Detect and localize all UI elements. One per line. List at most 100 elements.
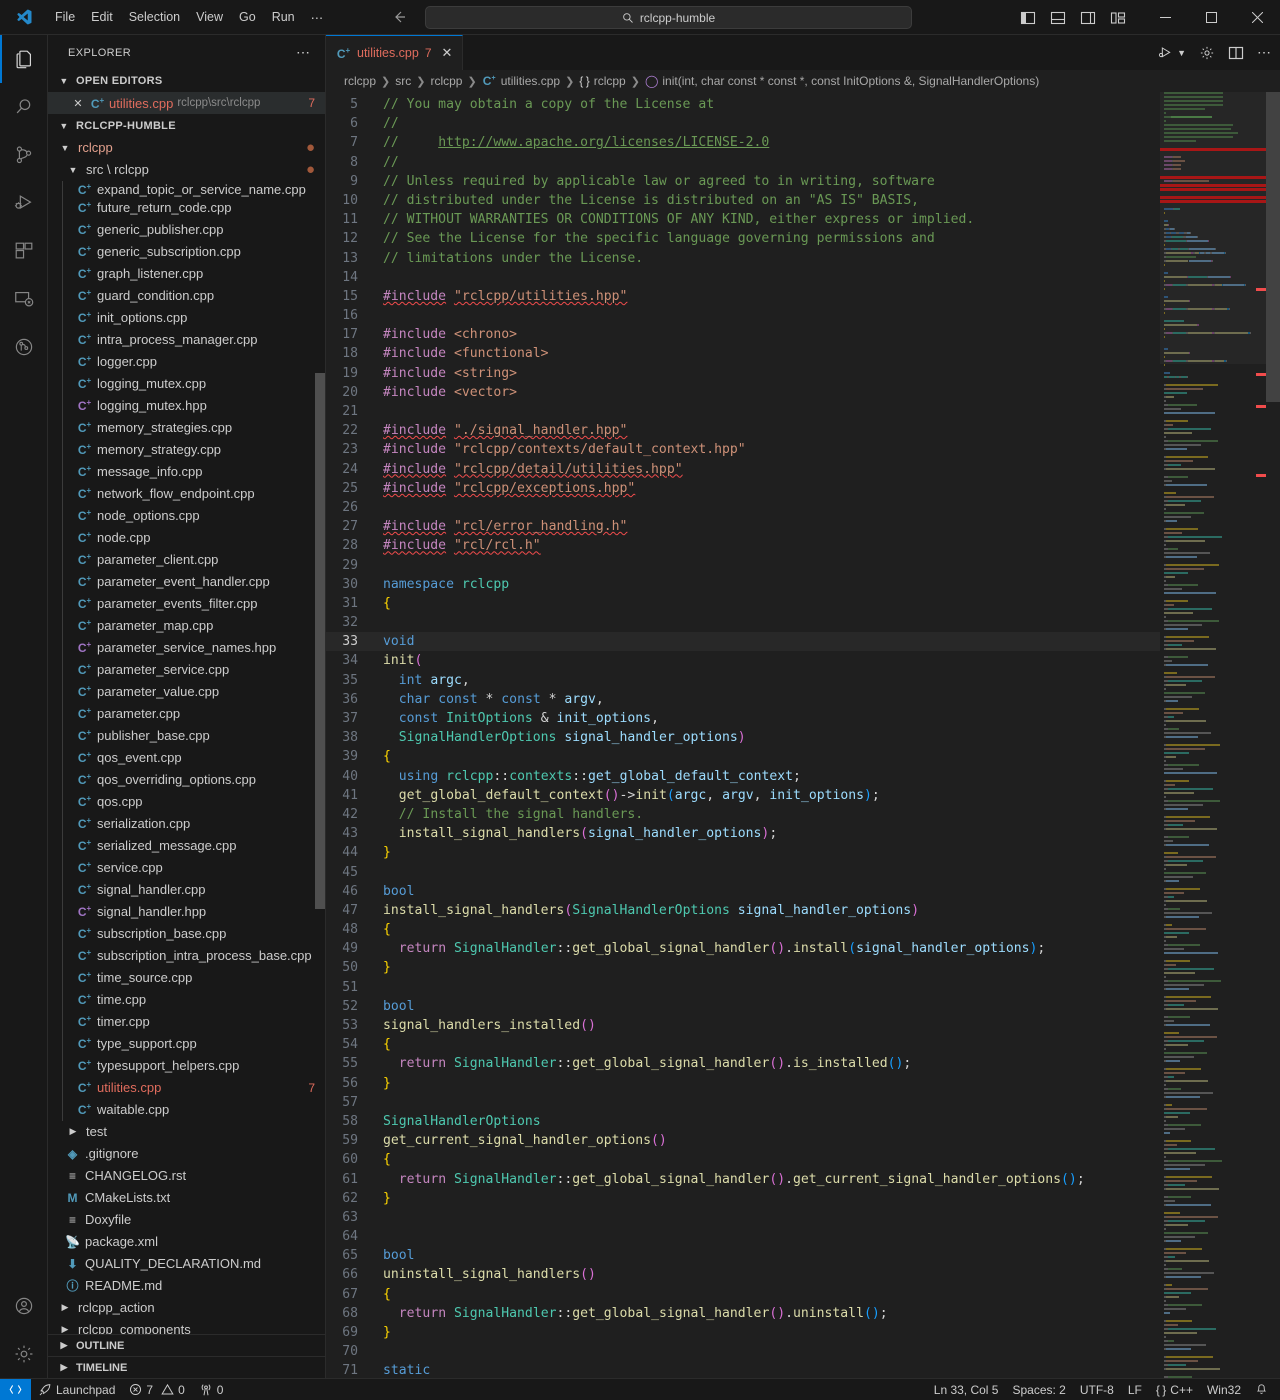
- activity-bar-item-testing[interactable]: [0, 323, 48, 371]
- tree-file-row[interactable]: ≡ Doxyfile: [48, 1209, 325, 1231]
- code-content[interactable]: 5 // You may obtain a copy of the License…: [326, 92, 1160, 1378]
- menu-run[interactable]: Run: [264, 7, 303, 27]
- breadcrumb-item[interactable]: { } rclcpp: [579, 74, 625, 88]
- status-editor-encoding[interactable]: UTF-8: [1073, 1379, 1121, 1400]
- code-line[interactable]: 9 // Unless required by applicable law or…: [326, 172, 1160, 191]
- tree-file-row[interactable]: C+ service.cpp: [48, 856, 325, 879]
- gear-icon[interactable]: [1199, 45, 1215, 61]
- tree-file-row[interactable]: C+ logger.cpp: [48, 350, 325, 373]
- status-ports[interactable]: 0: [192, 1379, 231, 1400]
- code-line[interactable]: 47 install_signal_handlers(SignalHandlerO…: [326, 901, 1160, 920]
- code-line[interactable]: 35 int argc,: [326, 671, 1160, 690]
- ellipsis-icon[interactable]: ⋯: [1257, 44, 1272, 61]
- sidebar-scrollbar-thumb[interactable]: [315, 372, 325, 909]
- tree-file-row[interactable]: C+ parameter_map.cpp: [48, 614, 325, 637]
- code-line[interactable]: 18 #include <functional>: [326, 344, 1160, 363]
- tree-file-row[interactable]: C+ parameter_service_names.hpp: [48, 636, 325, 659]
- tree-file-row[interactable]: C+ expand_topic_or_service_name.cpp: [48, 180, 325, 197]
- code-line[interactable]: 52 bool: [326, 997, 1160, 1016]
- tree-file-row[interactable]: C+ subscription_base.cpp: [48, 922, 325, 945]
- open-editor-row[interactable]: ✕ C+ utilities.cpp rclcpp\src\rclcpp 7: [48, 92, 325, 114]
- code-line[interactable]: 17 #include <chrono>: [326, 325, 1160, 344]
- tree-file-row[interactable]: C+ typesupport_helpers.cpp: [48, 1054, 325, 1077]
- tree-file-row[interactable]: C+ time.cpp: [48, 988, 325, 1011]
- code-line[interactable]: 66 uninstall_signal_handlers(): [326, 1265, 1160, 1284]
- tree-file-row[interactable]: C+ message_info.cpp: [48, 460, 325, 483]
- tree-file-row[interactable]: M CMakeLists.txt: [48, 1187, 325, 1209]
- tree-folder-row[interactable]: ▼ src \ rclcpp ●: [48, 159, 325, 181]
- tree-file-row[interactable]: ⬇ QUALITY_DECLARATION.md: [48, 1253, 325, 1275]
- menu-edit[interactable]: Edit: [83, 7, 121, 27]
- ellipsis-icon[interactable]: ⋯: [290, 44, 317, 61]
- activity-bar-item-run-and-debug[interactable]: [0, 179, 48, 227]
- toggle-panel-icon[interactable]: [1050, 10, 1066, 26]
- close-icon[interactable]: ✕: [442, 45, 453, 61]
- tree-file-row[interactable]: C+ type_support.cpp: [48, 1032, 325, 1055]
- code-line[interactable]: 12 // See the License for the specific la…: [326, 229, 1160, 248]
- window-maximize-button[interactable]: [1188, 0, 1234, 35]
- activity-bar-item-remote-explorer[interactable]: [0, 275, 48, 323]
- tree-file-row[interactable]: C+ parameter_service.cpp: [48, 658, 325, 681]
- tree-file-row[interactable]: C+ guard_condition.cpp: [48, 284, 325, 307]
- code-line[interactable]: 7 // http://www.apache.org/licenses/LICEN…: [326, 133, 1160, 152]
- tree-file-row[interactable]: C+ logging_mutex.cpp: [48, 372, 325, 395]
- status-editor-indentation[interactable]: Spaces: 2: [1005, 1379, 1072, 1400]
- code-line[interactable]: 16: [326, 306, 1160, 325]
- code-line[interactable]: 61 return SignalHandler::get_global_sign…: [326, 1170, 1160, 1189]
- status-notifications[interactable]: [1248, 1379, 1280, 1400]
- code-line[interactable]: 50}: [326, 958, 1160, 977]
- status-editor-eol[interactable]: LF: [1121, 1379, 1149, 1400]
- window-close-button[interactable]: [1234, 0, 1280, 35]
- code-line[interactable]: 40 using rclcpp::contexts::get_global_de…: [326, 767, 1160, 786]
- code-line[interactable]: 42 // Install the signal handlers.: [326, 805, 1160, 824]
- code-line[interactable]: 38 SignalHandlerOptions signal_handler_o…: [326, 728, 1160, 747]
- menu-more[interactable]: ⋯: [303, 7, 332, 28]
- tree-file-row[interactable]: C+ time_source.cpp: [48, 966, 325, 989]
- code-line[interactable]: 10 // distributed under the License is di…: [326, 191, 1160, 210]
- tree-file-row[interactable]: C+ parameter.cpp: [48, 702, 325, 725]
- tree-file-row[interactable]: 📡 package.xml: [48, 1231, 325, 1253]
- tree-file-row[interactable]: C+ subscription_intra_process_base.cpp: [48, 944, 325, 967]
- tree-file-row[interactable]: C+ parameter_value.cpp: [48, 680, 325, 703]
- status-editor-platform[interactable]: Win32: [1200, 1379, 1248, 1400]
- activity-bar-item-extensions[interactable]: [0, 227, 48, 275]
- code-line[interactable]: 37 const InitOptions & init_options,: [326, 709, 1160, 728]
- code-line[interactable]: 11 // WITHOUT WARRANTIES OR CONDITIONS OF…: [326, 210, 1160, 229]
- tree-file-row[interactable]: C+ future_return_code.cpp: [48, 196, 325, 219]
- code-line[interactable]: 36 char const * const * argv,: [326, 690, 1160, 709]
- workspace-folder-header[interactable]: ▼ RCLCPP-HUMBLE: [48, 115, 325, 137]
- editor-scrollbar[interactable]: [1266, 92, 1280, 1378]
- code-line[interactable]: 25 #include "rclcpp/exceptions.hpp": [326, 479, 1160, 498]
- tree-file-row[interactable]: C+ node_options.cpp: [48, 504, 325, 527]
- code-line[interactable]: 46 bool: [326, 882, 1160, 901]
- tree-file-row[interactable]: C+ qos_event.cpp: [48, 746, 325, 769]
- tree-file-row[interactable]: C+ qos.cpp: [48, 790, 325, 813]
- code-line[interactable]: 23 #include "rclcpp/contexts/default_cont…: [326, 440, 1160, 459]
- run-or-debug-icon[interactable]: [1157, 45, 1173, 61]
- code-line[interactable]: 71 static: [326, 1361, 1160, 1378]
- code-line[interactable]: 69}: [326, 1323, 1160, 1342]
- tree-file-row[interactable]: C+ utilities.cpp 7: [48, 1076, 325, 1099]
- command-center-search[interactable]: rclcpp-humble: [425, 6, 912, 29]
- tree-file-row[interactable]: C+ graph_listener.cpp: [48, 262, 325, 285]
- status-editor-language[interactable]: { } C++: [1149, 1379, 1200, 1400]
- code-line[interactable]: 19 #include <string>: [326, 364, 1160, 383]
- status-launchpad[interactable]: Launchpad: [31, 1379, 122, 1400]
- file-tree[interactable]: ▼ rclcpp ● ▼ src \ rclcpp ● C+ expand_topic_or_…: [48, 137, 325, 1334]
- code-line[interactable]: 20 #include <vector>: [326, 383, 1160, 402]
- code-line[interactable]: 65 bool: [326, 1246, 1160, 1265]
- code-line[interactable]: 31 {: [326, 594, 1160, 613]
- activity-bar-item-manage[interactable]: [0, 1330, 48, 1378]
- breadcrumb-item[interactable]: src: [395, 74, 411, 88]
- tree-file-row[interactable]: C+ signal_handler.hpp: [48, 900, 325, 923]
- activity-bar-item-accounts[interactable]: [0, 1282, 48, 1330]
- menu-file[interactable]: File: [47, 7, 83, 27]
- tree-file-row[interactable]: ⓘ README.md: [48, 1275, 325, 1297]
- code-line[interactable]: 32: [326, 613, 1160, 632]
- close-icon[interactable]: ✕: [70, 97, 86, 110]
- minimap[interactable]: [1160, 92, 1280, 1378]
- code-line[interactable]: 5 // You may obtain a copy of the License…: [326, 95, 1160, 114]
- toggle-secondary-sidebar-icon[interactable]: [1080, 10, 1096, 26]
- code-line[interactable]: 6 //: [326, 114, 1160, 133]
- code-line[interactable]: 13 // limitations under the License.: [326, 249, 1160, 268]
